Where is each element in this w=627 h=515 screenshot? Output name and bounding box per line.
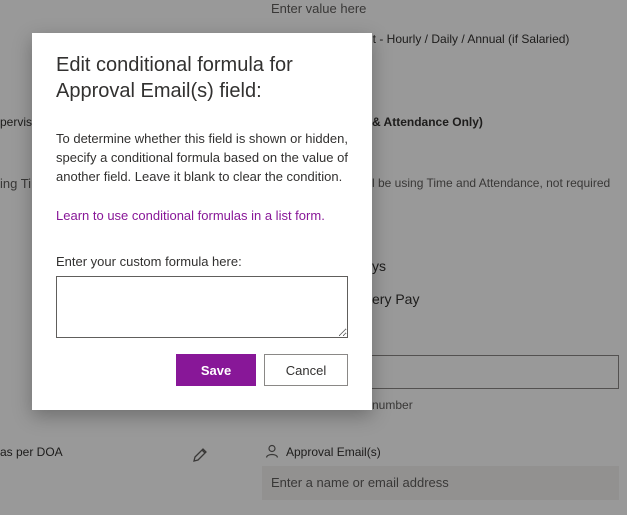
save-button[interactable]: Save [176,354,256,386]
dialog-title: Edit conditional formula for Approval Em… [56,54,293,102]
dialog-description: To determine whether this field is shown… [56,131,348,184]
formula-textarea[interactable] [56,276,348,338]
link-suffix: . [321,208,325,223]
formula-field-label: Enter your custom formula here: [56,254,242,269]
learn-link-container: Learn to use conditional formulas in a l… [56,206,356,225]
cancel-button[interactable]: Cancel [264,354,348,386]
conditional-formula-dialog: Edit conditional formula for Approval Em… [32,33,372,410]
learn-conditional-formulas-link[interactable]: Learn to use conditional formulas in a l… [56,208,321,223]
